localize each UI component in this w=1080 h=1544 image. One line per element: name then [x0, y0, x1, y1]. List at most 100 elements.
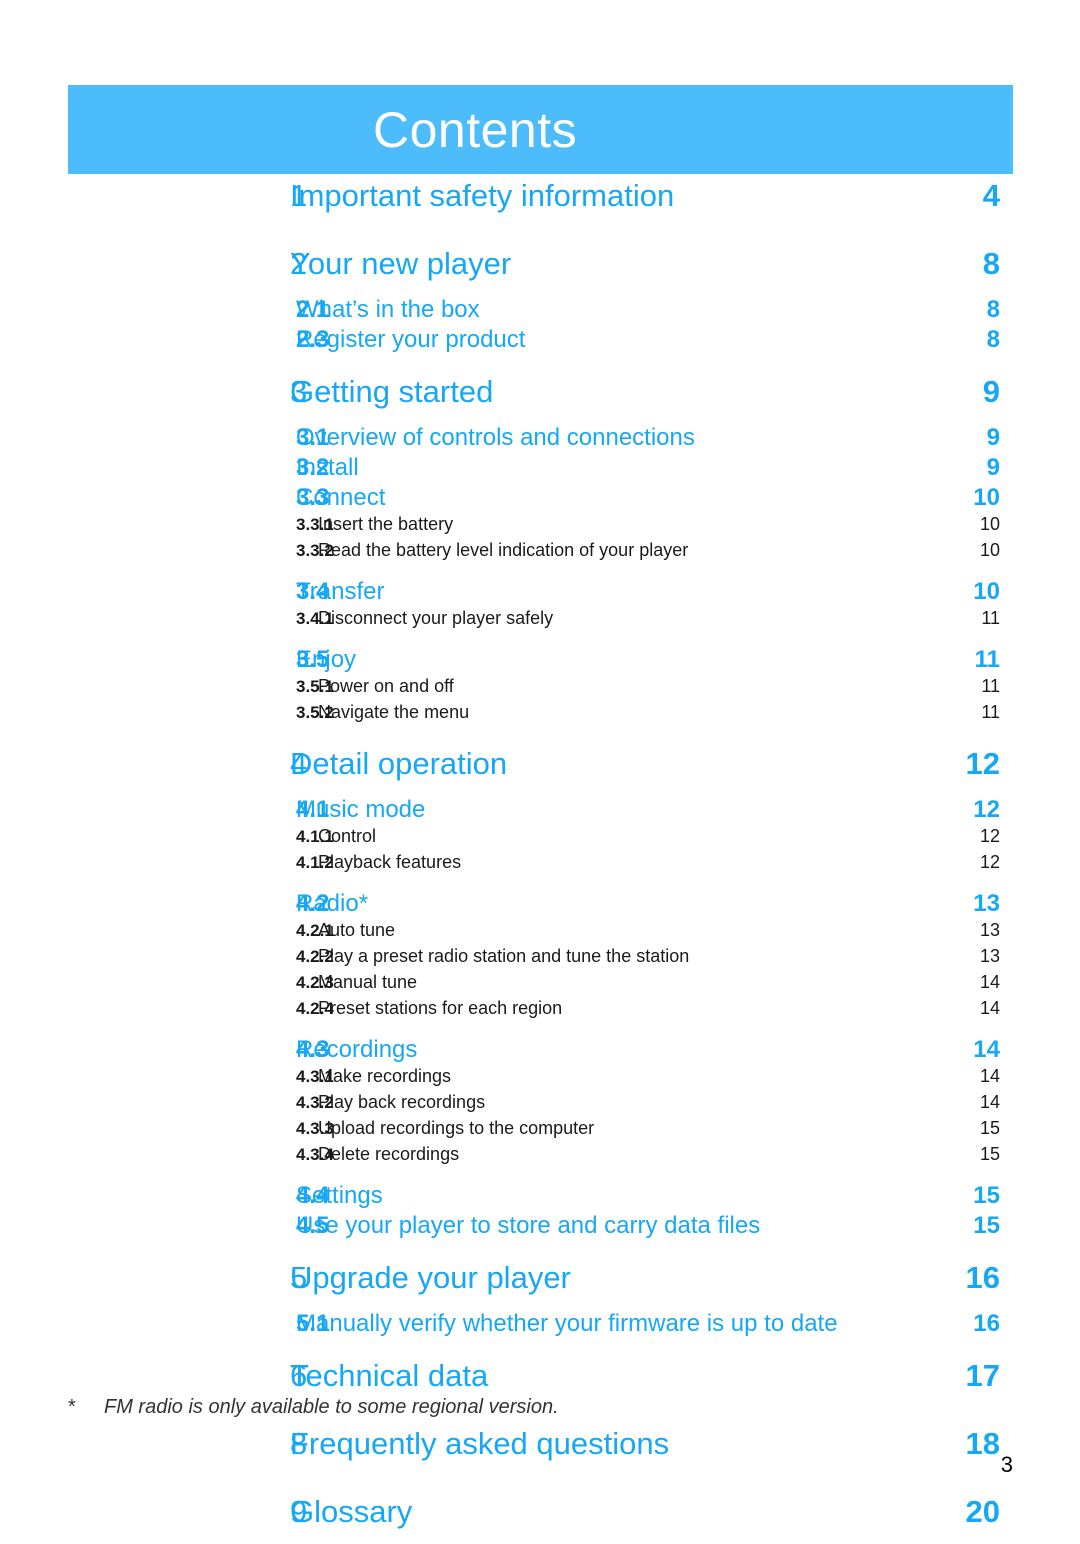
- toc-entry[interactable]: 4.3.1 Make recordings 14: [68, 1066, 1013, 1092]
- toc-entry-label[interactable]: Connect: [296, 484, 954, 512]
- toc-entry[interactable]: 4.3.4 Delete recordings 15: [68, 1144, 1013, 1170]
- toc-entry-label[interactable]: Important safety information: [290, 178, 954, 214]
- toc-entry[interactable]: 3.4.1 Disconnect your player safely 11: [68, 608, 1013, 634]
- toc-entry-label[interactable]: Delete recordings: [296, 1144, 954, 1165]
- toc-entry-label[interactable]: Getting started: [290, 374, 954, 410]
- toc-entry[interactable]: 4.2 Radio* 13: [68, 890, 1013, 920]
- toc-entry-number: 4.2.4: [296, 999, 334, 1018]
- toc-entry-label[interactable]: Settings: [296, 1182, 954, 1210]
- toc-entry-number: 4.1.2: [296, 853, 334, 872]
- toc-entry[interactable]: 3.3 Connect 10: [68, 484, 1013, 514]
- toc-entry[interactable]: 2.1 What’s in the box 8: [68, 296, 1013, 326]
- toc-entry[interactable]: 4.3 Recordings 14: [68, 1036, 1013, 1066]
- toc-entry-page: 15: [973, 1212, 1000, 1239]
- toc-entry-label[interactable]: Playback features: [296, 852, 954, 873]
- toc-entry[interactable]: 5 Upgrade your player 16: [68, 1260, 1013, 1310]
- toc-entry-label[interactable]: Preset stations for each region: [296, 998, 954, 1019]
- footnote: * FM radio is only available to some reg…: [68, 1396, 968, 1419]
- toc-entry-label[interactable]: Radio*: [296, 890, 954, 918]
- toc-entry-label[interactable]: Control: [296, 826, 954, 847]
- toc-entry[interactable]: 9 Glossary 20: [68, 1494, 1013, 1544]
- toc-entry[interactable]: 3.2 Install 9: [68, 454, 1013, 484]
- toc-entry-number: 3.5.1: [296, 677, 334, 696]
- footnote-asterisk-marker: *: [68, 1396, 76, 1418]
- toc-entry[interactable]: 4.5 Use your player to store and carry da…: [68, 1212, 1013, 1242]
- toc-entry-label[interactable]: Power on and off: [296, 676, 954, 697]
- toc-entry-page: 11: [981, 702, 1000, 722]
- toc-entry-label[interactable]: Disconnect your player safely: [296, 608, 954, 629]
- toc-entry-label[interactable]: Navigate the menu: [296, 702, 954, 723]
- toc-entry[interactable]: 2.3 Register your product 8: [68, 326, 1013, 356]
- toc-entry[interactable]: 4.3.2 Play back recordings 14: [68, 1092, 1013, 1118]
- toc-entry-label[interactable]: Frequently asked questions: [290, 1426, 954, 1462]
- toc-entry-page: 9: [986, 454, 1000, 481]
- toc-entry-number: 3.5.2: [296, 703, 334, 722]
- toc-entry-label[interactable]: Recordings: [296, 1036, 954, 1064]
- toc-entry-page: 11: [974, 646, 1000, 673]
- toc-entry[interactable]: 4.1 Music mode 12: [68, 796, 1013, 826]
- toc-entry[interactable]: 4.2.3 Manual tune 14: [68, 972, 1013, 998]
- toc-entry-label[interactable]: Play a preset radio station and tune the…: [296, 946, 954, 967]
- toc-entry-label[interactable]: What’s in the box: [296, 296, 954, 324]
- toc-entry[interactable]: 3.3.1 Insert the battery 10: [68, 514, 1013, 540]
- toc-entry-label[interactable]: Music mode: [296, 796, 954, 824]
- toc-entry-number: 9: [290, 1494, 308, 1529]
- toc-entry[interactable]: 2 Your new player 8: [68, 246, 1013, 296]
- toc-entry[interactable]: 3.5.1 Power on and off 11: [68, 676, 1013, 702]
- toc-entry-label[interactable]: Your new player: [290, 246, 954, 282]
- toc-entry-label[interactable]: Upload recordings to the computer: [296, 1118, 954, 1139]
- toc-entry[interactable]: 4.2.4 Preset stations for each region 14: [68, 998, 1013, 1024]
- toc-entry-label[interactable]: Upgrade your player: [290, 1260, 954, 1296]
- toc-entry-number: 1: [290, 178, 308, 213]
- toc-entry[interactable]: 3.4 Transfer 10: [68, 578, 1013, 608]
- page-number: 3: [1000, 1452, 1013, 1477]
- toc-entry-label[interactable]: Technical data: [290, 1358, 954, 1394]
- toc-entry[interactable]: 4.1.1 Control 12: [68, 826, 1013, 852]
- table-of-contents: 1 Important safety information 4 2 Your new …: [68, 178, 1013, 1544]
- toc-entry-page: 13: [979, 920, 1000, 940]
- toc-entry[interactable]: 3.5.2 Navigate the menu 11: [68, 702, 1013, 728]
- toc-entry[interactable]: 3.3.2 Read the battery level indication o…: [68, 540, 1013, 566]
- toc-entry[interactable]: 3.5 Enjoy 11: [68, 646, 1013, 676]
- toc-entry-number: 4.4: [296, 1182, 330, 1209]
- toc-entry-label[interactable]: Play back recordings: [296, 1092, 954, 1113]
- toc-entry-number: 5.1: [296, 1310, 330, 1337]
- toc-entry-label[interactable]: Read the battery level indication of you…: [296, 540, 954, 561]
- toc-entry-page: 10: [979, 540, 1000, 560]
- toc-entry[interactable]: 5.1 Manually verify whether your firmware…: [68, 1310, 1013, 1340]
- toc-entry[interactable]: 3 Getting started 9: [68, 374, 1013, 424]
- toc-entry-number: 4.3.1: [296, 1067, 334, 1086]
- toc-entry-number: 2: [290, 246, 308, 281]
- toc-entry-label[interactable]: Install: [296, 454, 954, 482]
- toc-entry-label[interactable]: Auto tune: [296, 920, 954, 941]
- toc-entry[interactable]: 8 Frequently asked questions 18: [68, 1426, 1013, 1476]
- toc-entry-label[interactable]: Manual tune: [296, 972, 954, 993]
- toc-entry-number: 4.3: [296, 1036, 330, 1063]
- toc-entry-label[interactable]: Detail operation: [290, 746, 954, 782]
- toc-entry-label[interactable]: Transfer: [296, 578, 954, 606]
- toc-entry-page: 8: [982, 246, 1000, 281]
- contents-header-banner: Contents: [68, 85, 1013, 174]
- toc-entry-label[interactable]: Register your product: [296, 326, 954, 354]
- toc-entry-label[interactable]: Make recordings: [296, 1066, 954, 1087]
- toc-entry[interactable]: 3.1 Overview of controls and connections 9: [68, 424, 1013, 454]
- toc-entry-number: 2.3: [296, 326, 330, 353]
- toc-entry[interactable]: 4 Detail operation 12: [68, 746, 1013, 796]
- toc-entry[interactable]: 4.2.1 Auto tune 13: [68, 920, 1013, 946]
- toc-entry-label[interactable]: Use your player to store and carry data …: [296, 1212, 954, 1240]
- toc-entry[interactable]: 4.1.2 Playback features 12: [68, 852, 1013, 878]
- toc-entry-page: 15: [979, 1144, 1000, 1164]
- toc-entry-page: 14: [979, 1092, 1000, 1112]
- toc-entry[interactable]: 4.2.2 Play a preset radio station and tun…: [68, 946, 1013, 972]
- toc-entry-label[interactable]: Enjoy: [296, 646, 954, 674]
- toc-entry[interactable]: 4.3.3 Upload recordings to the computer 15: [68, 1118, 1013, 1144]
- toc-entry-number: 4.2.1: [296, 921, 334, 940]
- toc-entry[interactable]: 4.4 Settings 15: [68, 1182, 1013, 1212]
- toc-entry-label[interactable]: Overview of controls and connections: [296, 424, 954, 452]
- toc-entry-label[interactable]: Manually verify whether your firmware is…: [296, 1310, 954, 1338]
- toc-entry-label[interactable]: Glossary: [290, 1494, 954, 1530]
- toc-entry-page: 20: [965, 1494, 1000, 1529]
- toc-entry[interactable]: 1 Important safety information 4: [68, 178, 1013, 228]
- toc-entry-label[interactable]: Insert the battery: [296, 514, 954, 535]
- page-title: Contents: [373, 101, 578, 158]
